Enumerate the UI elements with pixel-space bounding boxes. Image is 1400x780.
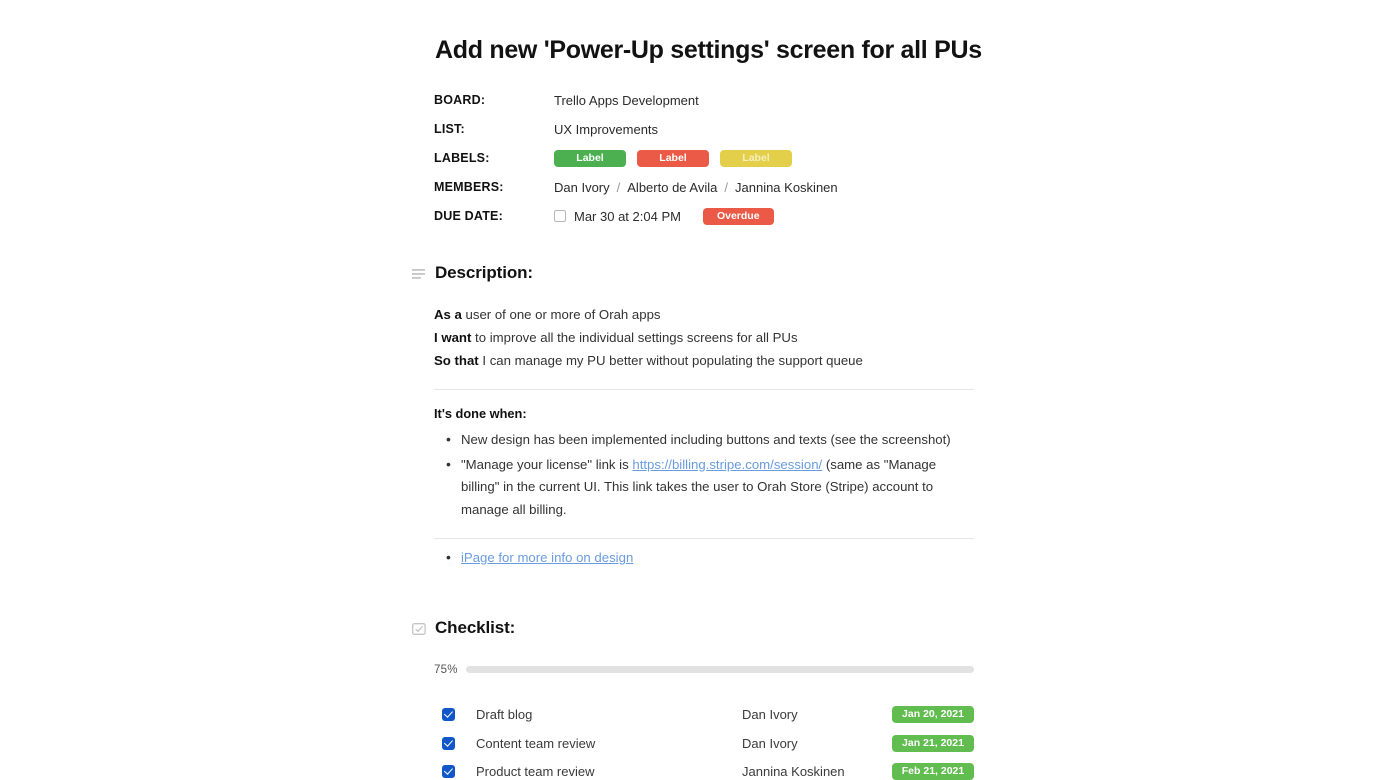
due-date-value: Mar 30 at 2:04 PM Overdue (554, 207, 774, 225)
member-name-list: Dan Ivory / Alberto de Avila / Jannina Koski… (554, 180, 838, 195)
user-story-prefix: I want (434, 330, 472, 345)
card-content-column: Add new 'Power-Up settings' screen for a… (412, 0, 982, 780)
member-separator: / (724, 179, 728, 195)
member-separator: / (616, 179, 621, 195)
checklist-item-owner[interactable]: Jannina Koskinen (742, 764, 892, 779)
label-pill[interactable]: Label (554, 149, 626, 167)
checklist-item-date-badge[interactable]: Jan 20, 2021 (892, 706, 974, 724)
done-when-heading: It's done when: (434, 406, 527, 421)
description-heading: Description: (435, 263, 533, 282)
checklist-heading-row: Checklist: (412, 618, 974, 638)
checklist-item-name[interactable]: Draft blog (476, 707, 742, 722)
checklist-items: Draft blog Dan Ivory Jan 20, 2021 Content t… (434, 701, 974, 780)
checkbox-check-icon (412, 622, 426, 636)
member-name[interactable]: Dan Ivory (554, 180, 610, 195)
checklist-item-owner[interactable]: Dan Ivory (742, 707, 892, 722)
description-section: Description: As a user of one or more of… (412, 263, 974, 570)
meta-label-labels: LABELS: (434, 151, 490, 165)
checklist-heading: Checklist: (435, 617, 516, 637)
member-name[interactable]: Alberto de Avila (627, 180, 717, 195)
checklist-item-name[interactable]: Content team review (476, 736, 742, 751)
meta-row-list: LIST: UX Improvements (434, 116, 974, 142)
checklist-item-owner[interactable]: Dan Ivory (742, 736, 892, 751)
design-info-link[interactable]: iPage for more info on design (461, 550, 633, 565)
checklist-row: Product team review Jannina Koskinen Feb 2… (434, 758, 974, 780)
user-story-prefix: So that (434, 353, 479, 368)
checklist-item-name[interactable]: Product team review (476, 764, 742, 779)
member-name[interactable]: Jannina Koskinen (735, 180, 838, 195)
description-divider-2 (434, 538, 974, 539)
checklist-row: Draft blog Dan Ivory Jan 20, 2021 (434, 701, 974, 730)
card-detail-page: Add new 'Power-Up settings' screen for a… (0, 0, 1400, 780)
meta-row-due-date: DUE DATE: Mar 30 at 2:04 PM Overdue (434, 203, 974, 229)
card-meta-table: BOARD: Trello Apps Development LIST: UX … (434, 87, 974, 229)
checklist-item-checkbox[interactable] (442, 765, 455, 779)
stripe-billing-link[interactable]: https://billing.stripe.com/session/ (632, 457, 822, 472)
description-divider-1 (434, 389, 974, 390)
meta-row-labels: LABELS: Label Label Label (434, 145, 974, 171)
label-pill[interactable]: Label (637, 149, 709, 167)
design-link-list: iPage for more info on design (434, 546, 974, 570)
status-badge-overdue: Overdue (702, 207, 774, 225)
checklist-item-date-badge[interactable]: Jan 21, 2021 (892, 734, 974, 752)
meta-row-members: MEMBERS: Dan Ivory / Alberto de Avila / Jann… (434, 174, 974, 200)
checklist-row: Content team review Dan Ivory Jan 21, 2021 (434, 729, 974, 758)
meta-label-board: BOARD: (434, 93, 486, 107)
user-story-prefix: As a (434, 307, 462, 322)
list-item: "Manage your license" link is https://bi… (434, 453, 974, 522)
list-item: New design has been implemented includin… (434, 428, 974, 452)
label-pill-group: Label Label Label (554, 149, 803, 167)
progress-bar-track[interactable] (466, 666, 974, 673)
list-item: iPage for more info on design (434, 546, 974, 570)
meta-value-list[interactable]: UX Improvements (554, 122, 658, 137)
label-pill[interactable]: Label (720, 149, 792, 167)
description-lines-icon (412, 267, 426, 281)
due-date-text[interactable]: Mar 30 at 2:04 PM (574, 209, 681, 224)
meta-row-board: BOARD: Trello Apps Development (434, 87, 974, 113)
user-story-block: As a user of one or more of Orah apps I w… (434, 303, 974, 372)
meta-label-members: MEMBERS: (434, 180, 504, 194)
checklist-item-checkbox[interactable] (442, 736, 455, 750)
user-story-line: I want to improve all the individual set… (434, 330, 798, 345)
user-story-line: As a user of one or more of Orah apps (434, 307, 661, 322)
due-date-checkbox[interactable] (554, 210, 566, 222)
description-heading-row: Description: (412, 263, 974, 283)
meta-value-board[interactable]: Trello Apps Development (554, 93, 699, 108)
done-when-list: New design has been implemented includin… (434, 428, 974, 522)
checklist-item-checkbox[interactable] (442, 708, 455, 722)
meta-label-due-date: DUE DATE: (434, 209, 503, 223)
progress-percent-label: 75% (434, 663, 458, 676)
page-title: Add new 'Power-Up settings' screen for a… (435, 36, 982, 64)
meta-label-list: LIST: (434, 122, 465, 136)
checklist-item-date-badge[interactable]: Feb 21, 2021 (892, 763, 974, 780)
checklist-section: Checklist: 75% Draft blog Dan Ivory Jan 20… (412, 618, 974, 780)
user-story-line: So that I can manage my PU better withou… (434, 353, 863, 368)
checklist-progress: 75% (434, 664, 974, 676)
